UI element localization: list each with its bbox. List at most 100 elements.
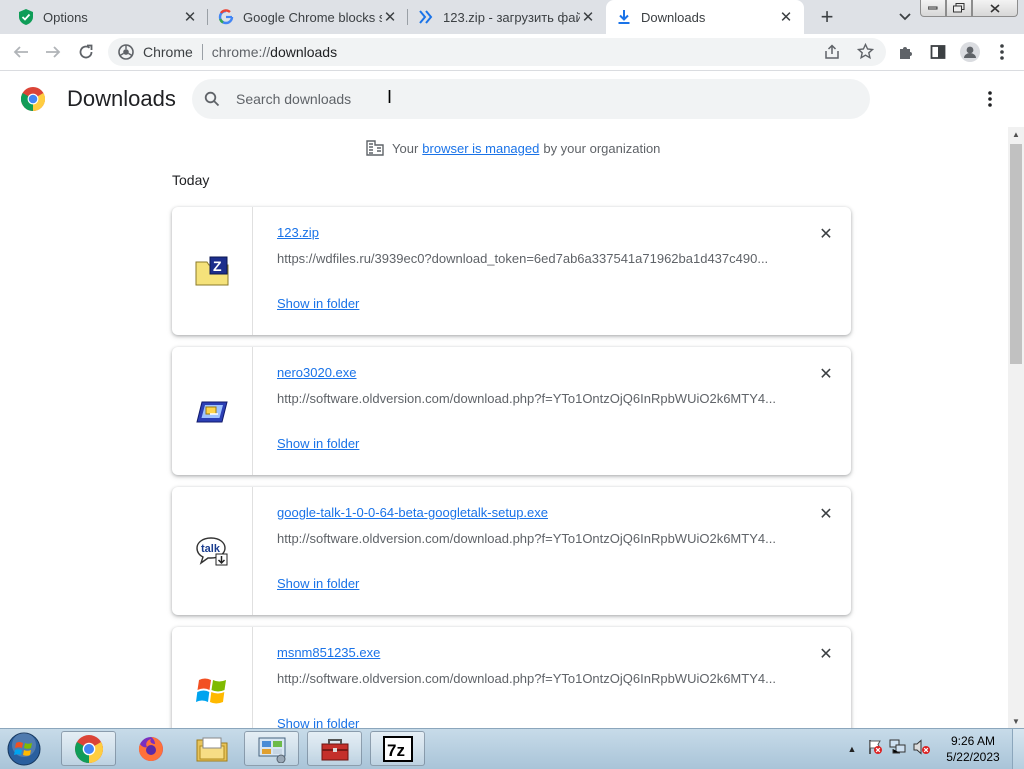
profile-avatar-icon[interactable] bbox=[958, 40, 982, 64]
tab-downloads[interactable]: Downloads ✕ bbox=[606, 0, 804, 34]
show-in-folder-link[interactable]: Show in folder bbox=[277, 576, 359, 591]
building-icon bbox=[366, 140, 384, 156]
tab-strip: Options ✕ Google Chrome blocks so ✕ 123.… bbox=[0, 0, 1024, 34]
close-icon[interactable]: ✕ bbox=[580, 9, 596, 26]
tab-search-chevron-icon[interactable] bbox=[893, 6, 917, 28]
download-icon bbox=[616, 9, 632, 25]
zip-archive-icon: Z bbox=[195, 256, 229, 286]
chrome-logo-icon bbox=[21, 87, 45, 111]
managed-notice: Your browser is managed by your organiza… bbox=[366, 140, 660, 156]
tab-label: Options bbox=[43, 9, 88, 25]
back-arrow-icon[interactable] bbox=[9, 40, 33, 64]
remove-download-icon[interactable]: ✕ bbox=[816, 364, 836, 384]
browser-toolbar: Chrome chrome://downloads bbox=[0, 34, 1024, 71]
taskbar-explorer[interactable] bbox=[184, 731, 239, 766]
file-icon-column: talk bbox=[172, 487, 253, 615]
tab-label: Google Chrome blocks so bbox=[243, 9, 382, 25]
scroll-up-arrow-icon[interactable]: ▲ bbox=[1008, 127, 1024, 141]
window-close-button[interactable] bbox=[972, 0, 1018, 17]
toolbox-icon bbox=[321, 738, 348, 760]
restore-button[interactable] bbox=[946, 0, 972, 17]
taskbar-control-panel[interactable] bbox=[244, 731, 299, 766]
text-cursor-icon: I bbox=[387, 87, 393, 107]
file-name-link[interactable]: 123.zip bbox=[277, 225, 319, 240]
volume-muted-icon[interactable] bbox=[913, 738, 931, 760]
managed-suffix: by your organization bbox=[543, 140, 661, 156]
taskbar-chrome[interactable] bbox=[61, 731, 116, 766]
side-panel-icon[interactable] bbox=[926, 40, 950, 64]
file-name-link[interactable]: google-talk-1-0-0-64-beta-googletalk-set… bbox=[277, 505, 548, 520]
more-actions-icon[interactable] bbox=[978, 87, 1002, 111]
google-icon bbox=[218, 9, 234, 25]
close-icon[interactable]: ✕ bbox=[382, 9, 398, 26]
downloads-header: Downloads I bbox=[0, 71, 1008, 127]
window-controls bbox=[920, 0, 1018, 17]
start-button[interactable] bbox=[4, 730, 44, 768]
file-source-url[interactable]: http://software.oldversion.com/download.… bbox=[277, 671, 777, 686]
network-icon[interactable] bbox=[889, 739, 907, 760]
action-center-flag-icon[interactable] bbox=[867, 739, 883, 760]
reload-icon[interactable] bbox=[74, 40, 98, 64]
remove-download-icon[interactable]: ✕ bbox=[816, 504, 836, 524]
show-desktop-button[interactable] bbox=[1012, 729, 1024, 769]
file-icon-column bbox=[172, 347, 253, 475]
file-source-url[interactable]: http://software.oldversion.com/download.… bbox=[277, 391, 777, 406]
new-tab-button[interactable]: + bbox=[815, 4, 839, 29]
bookmark-star-icon[interactable] bbox=[856, 42, 875, 63]
taskbar-firefox[interactable] bbox=[123, 731, 178, 766]
tab-options[interactable]: Options ✕ bbox=[8, 0, 208, 34]
file-source-url[interactable]: http://software.oldversion.com/download.… bbox=[277, 531, 777, 546]
file-name-link[interactable]: msnm851235.exe bbox=[277, 645, 380, 660]
double-chevron-icon bbox=[418, 9, 434, 25]
omnibox-separator bbox=[201, 44, 203, 60]
shield-check-icon bbox=[18, 9, 34, 25]
minimize-button[interactable] bbox=[920, 0, 946, 17]
file-name-link[interactable]: nero3020.exe bbox=[277, 365, 357, 380]
close-icon[interactable]: ✕ bbox=[778, 9, 794, 26]
forward-arrow-icon[interactable] bbox=[41, 40, 65, 64]
taskbar-toolbox[interactable] bbox=[307, 731, 362, 766]
url-text: chrome://downloads bbox=[212, 44, 337, 60]
svg-text:talk: talk bbox=[201, 543, 221, 555]
managed-prefix: Your bbox=[392, 140, 419, 156]
remove-download-icon[interactable]: ✕ bbox=[816, 644, 836, 664]
share-icon[interactable] bbox=[824, 44, 840, 63]
clock-time: 9:26 AM bbox=[950, 734, 996, 748]
clock-date: 5/22/2023 bbox=[946, 750, 1000, 764]
scrollbar-thumb[interactable] bbox=[1010, 144, 1022, 364]
show-in-folder-link[interactable]: Show in folder bbox=[277, 436, 359, 451]
file-source-url[interactable]: https://wdfiles.ru/3939ec0?download_toke… bbox=[277, 251, 777, 266]
search-icon bbox=[204, 91, 220, 107]
search-downloads-box[interactable]: I bbox=[192, 79, 870, 119]
system-tray: ▲ bbox=[843, 729, 931, 769]
svg-text:Z: Z bbox=[213, 258, 222, 274]
browser-menu-icon[interactable] bbox=[990, 40, 1014, 64]
file-icon-column: Z bbox=[172, 207, 253, 335]
tab-123-zip[interactable]: 123.zip - загрузить файл ✕ bbox=[408, 0, 606, 34]
scroll-down-arrow-icon[interactable]: ▼ bbox=[1008, 714, 1024, 728]
page-title: Downloads bbox=[67, 86, 176, 111]
windows-start-orb-icon bbox=[7, 732, 41, 766]
tab-label: 123.zip - загрузить файл bbox=[443, 9, 580, 25]
close-icon[interactable]: ✕ bbox=[182, 9, 198, 26]
windows-flag-icon bbox=[196, 678, 226, 704]
browser-managed-link[interactable]: browser is managed bbox=[422, 141, 539, 156]
firefox-icon bbox=[138, 736, 163, 761]
seven-zip-icon: 7z bbox=[382, 735, 413, 762]
search-input[interactable] bbox=[236, 79, 836, 119]
site-chip-label: Chrome bbox=[143, 44, 193, 60]
url-scheme: chrome:// bbox=[211, 44, 271, 60]
download-item: Z 123.zip https://wdfiles.ru/3939ec0?dow… bbox=[172, 207, 851, 335]
extensions-puzzle-icon[interactable] bbox=[894, 40, 918, 64]
tab-google-chrome-blocks[interactable]: Google Chrome blocks so ✕ bbox=[208, 0, 408, 34]
remove-download-icon[interactable]: ✕ bbox=[816, 224, 836, 244]
site-info-chip[interactable]: Chrome bbox=[108, 44, 193, 60]
address-bar[interactable]: Chrome chrome://downloads bbox=[108, 38, 886, 66]
show-in-folder-link[interactable]: Show in folder bbox=[277, 296, 359, 311]
taskbar-clock[interactable]: 9:26 AM 5/22/2023 bbox=[942, 733, 1004, 765]
download-item: nero3020.exe http://software.oldversion.… bbox=[172, 347, 851, 475]
show-hidden-icons-arrow-icon[interactable]: ▲ bbox=[843, 744, 861, 754]
taskbar-7zip[interactable]: 7z bbox=[370, 731, 425, 766]
page-scrollbar[interactable]: ▲ ▼ bbox=[1008, 127, 1024, 728]
folder-icon bbox=[196, 737, 227, 761]
